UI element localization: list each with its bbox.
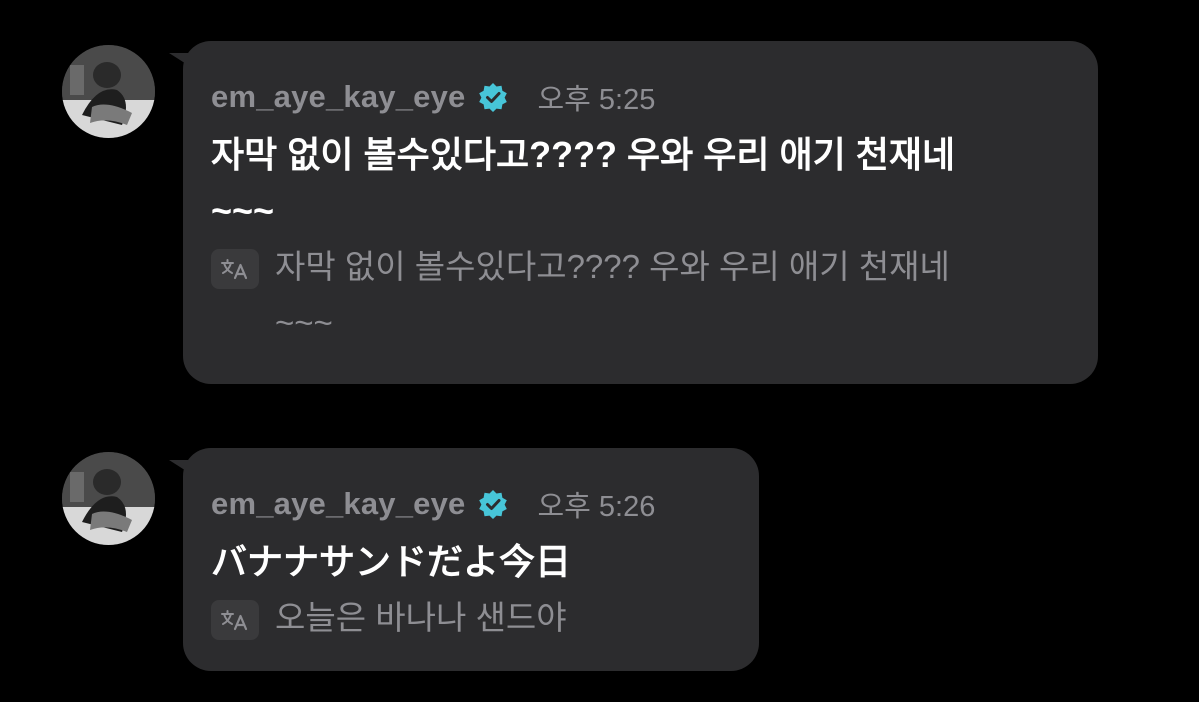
message-header: em_aye_kay_eye 오후 5:25 [211,77,1070,117]
avatar[interactable] [62,45,155,138]
message-text: バナナサンドだよ今日 [211,541,572,582]
verified-badge-icon [478,490,507,519]
translate-icon[interactable] [211,600,259,640]
verified-badge-icon [478,83,507,112]
timestamp: 오후 5:26 [537,491,656,523]
translation-text: 오늘은 바나나 샌드야 [275,599,567,636]
username[interactable]: em_aye_kay_eye [211,486,466,522]
message-bubble[interactable]: em_aye_kay_eye 오후 5:25 자막 없이 볼수있다고???? 우… [169,41,1098,384]
translation-row: 자막 없이 볼수있다고???? 우와 우리 애기 천재네 ~~~ [211,247,1070,351]
username[interactable]: em_aye_kay_eye [211,79,466,115]
message-bubble[interactable]: em_aye_kay_eye 오후 5:26 バナナサンドだよ今日 오늘은 바나… [169,448,759,671]
translation-text: 자막 없이 볼수있다고???? 우와 우리 애기 천재네 ~~~ [275,248,950,341]
message-text: 자막 없이 볼수있다고???? 우와 우리 애기 천재네 ~~~ [211,134,956,231]
message-header: em_aye_kay_eye 오후 5:26 [211,484,731,524]
translate-icon[interactable] [211,249,259,289]
avatar[interactable] [62,452,155,545]
timestamp: 오후 5:25 [537,84,656,116]
translation-row: 오늘은 바나나 샌드야 [211,598,731,646]
